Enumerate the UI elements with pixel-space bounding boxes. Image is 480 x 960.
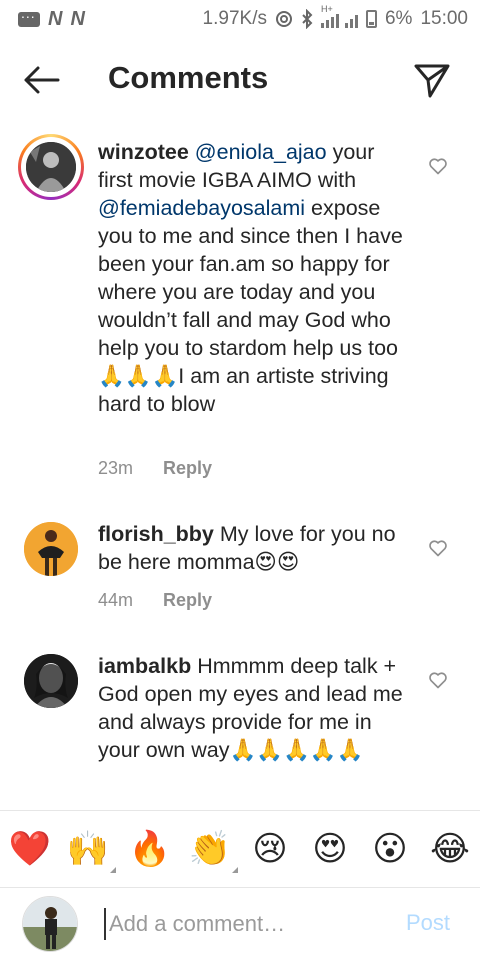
reply-button[interactable]: Reply <box>163 458 212 479</box>
reply-button[interactable]: Reply <box>163 590 212 611</box>
raising-hands-emoji[interactable]: 🙌 <box>66 827 116 873</box>
avatar[interactable] <box>22 896 78 952</box>
post-button[interactable]: Post <box>406 910 450 936</box>
surprised-face-emoji[interactable]: 😮 <box>368 827 412 871</box>
bluetooth-icon <box>302 9 313 29</box>
comment-item: iambalkb Hmmmm deep talk + God open my e… <box>0 650 480 810</box>
skin-tone-indicator <box>232 867 238 873</box>
avatar[interactable] <box>18 134 84 200</box>
comment-time: 44m <box>98 590 134 610</box>
comment-composer: Post <box>0 888 480 960</box>
mention-link[interactable]: @femiadebayosalami <box>98 196 305 220</box>
message-icon <box>18 5 40 27</box>
tears-of-joy-emoji[interactable]: 😂 <box>428 827 472 871</box>
status-bar: N N 1.97K/s H+ 6% 15:00 <box>0 0 480 38</box>
back-button[interactable] <box>22 62 62 98</box>
comment-text: iambalkb Hmmmm deep talk + God open my e… <box>98 652 410 764</box>
crying-face-emoji[interactable]: 😢 <box>248 827 292 871</box>
comment-text: winzotee @eniola_ajao your first movie I… <box>98 138 410 418</box>
share-button[interactable] <box>410 58 454 102</box>
page-title: Comments <box>108 60 269 95</box>
paper-plane-icon <box>414 64 450 98</box>
clock: 15:00 <box>420 8 468 29</box>
network-speed: 1.97K/s <box>202 8 267 29</box>
network-type-label: H+ <box>320 4 333 14</box>
comment-username[interactable]: winzotee <box>98 140 189 164</box>
red-heart-emoji[interactable]: ❤️ <box>8 827 52 871</box>
like-button[interactable] <box>428 538 448 558</box>
like-button[interactable] <box>428 156 448 176</box>
comment-item: florish_bby My love for you no be here m… <box>0 518 480 618</box>
comment-username[interactable]: florish_bby <box>98 522 214 546</box>
heart-icon <box>429 672 447 689</box>
comment-meta: 23m Reply <box>98 458 212 479</box>
like-button[interactable] <box>428 670 448 690</box>
fire-emoji[interactable]: 🔥 <box>128 827 172 871</box>
heart-eyes-emoji[interactable]: 😍 <box>308 827 352 871</box>
comment-meta: 44m Reply <box>98 590 212 611</box>
signal-icon: H+ <box>320 4 358 28</box>
comment-time: 23m <box>98 458 134 478</box>
network-n-icon: N <box>70 7 85 30</box>
mention-link[interactable]: @eniola_ajao <box>195 140 327 164</box>
header: Comments <box>0 38 480 122</box>
avatar[interactable] <box>24 522 78 576</box>
heart-icon <box>429 158 447 175</box>
hotspot-icon <box>275 11 292 27</box>
avatar[interactable] <box>24 654 78 708</box>
heart-icon <box>429 540 447 557</box>
arrow-left-icon <box>24 66 60 94</box>
quick-emoji-bar: ❤️ 🙌 🔥 👏 😢 😍 😮 😂 <box>0 810 480 888</box>
comment-body: expose you to me and since then I have b… <box>98 196 403 416</box>
comment-item: winzotee @eniola_ajao your first movie I… <box>0 128 480 500</box>
clapping-hands-emoji[interactable]: 👏 <box>188 827 238 873</box>
battery-icon <box>365 10 377 28</box>
comment-text: florish_bby My love for you no be here m… <box>98 520 410 576</box>
comment-input[interactable] <box>104 908 384 940</box>
battery-level: 6% <box>384 8 413 29</box>
comment-username[interactable]: iambalkb <box>98 654 191 678</box>
network-n-icon: N <box>48 7 63 30</box>
skin-tone-indicator <box>110 867 116 873</box>
comment-list[interactable]: winzotee @eniola_ajao your first movie I… <box>0 128 480 810</box>
